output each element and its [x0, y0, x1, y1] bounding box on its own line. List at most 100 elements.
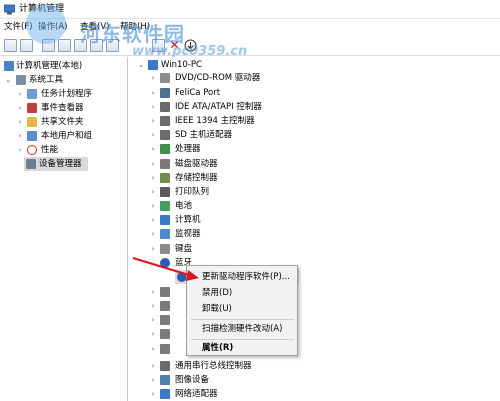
tree-item-local-users-groups[interactable]: › 本地用户和组 [2, 129, 127, 143]
disk-drive-icon [160, 159, 170, 169]
chevron-right-icon[interactable]: › [149, 242, 157, 256]
view-icon[interactable] [106, 39, 119, 52]
tools-icon [16, 75, 26, 85]
properties-icon[interactable] [74, 39, 87, 52]
chevron-right-icon[interactable]: › [149, 86, 157, 100]
device-category[interactable]: › 图像设备 [149, 373, 449, 387]
chevron-right-icon[interactable]: › [149, 213, 157, 227]
chevron-right-icon[interactable]: › [149, 327, 157, 341]
up-icon[interactable] [42, 39, 55, 52]
device-category[interactable]: › [149, 342, 189, 356]
chevron-right-icon[interactable]: › [149, 313, 157, 327]
device-category[interactable]: › 磁盘驱动器 [149, 157, 449, 171]
device-icon [160, 315, 170, 325]
device-category[interactable]: › SD 主机适配器 [149, 128, 449, 142]
chevron-right-icon[interactable]: › [149, 142, 157, 156]
chevron-right-icon[interactable]: › [16, 115, 24, 129]
show-tree-icon[interactable] [58, 39, 71, 52]
chevron-right-icon[interactable]: › [149, 100, 157, 114]
chevron-right-icon[interactable]: › [149, 114, 157, 128]
chevron-right-icon[interactable]: › [16, 87, 24, 101]
menu-properties[interactable]: 属性(R) [202, 340, 233, 356]
tree-item-task-scheduler[interactable]: › 任务计划程序 [2, 87, 127, 101]
chevron-down-icon[interactable]: ⌄ [137, 58, 145, 72]
device-category[interactable]: › 通用串行总线控制器 [149, 359, 449, 373]
menu-separator [191, 319, 294, 320]
device-icon [160, 287, 170, 297]
printer-icon [160, 187, 170, 197]
performance-icon [27, 145, 37, 155]
context-menu: 更新驱动程序软件(P)... 禁用(D) 卸载(U) 扫描检测硬件改动(A) 属… [186, 265, 298, 356]
chevron-right-icon[interactable]: › [149, 128, 157, 142]
device-category[interactable]: › 监视器 [149, 227, 449, 241]
device-category[interactable]: › 计算机 [149, 213, 449, 227]
device-category[interactable]: › IEEE 1394 主控制器 [149, 114, 449, 128]
keyboard-icon [160, 244, 170, 254]
chevron-right-icon[interactable]: › [149, 373, 157, 387]
chevron-down-icon[interactable]: ⌄ [149, 256, 157, 270]
device-category[interactable]: › 键盘 [149, 242, 449, 256]
menu-scan-hardware[interactable]: 扫描检测硬件改动(A) [202, 321, 282, 337]
device-icon [160, 301, 170, 311]
menu-update-driver[interactable]: 更新驱动程序软件(P)... [202, 269, 290, 285]
device-category[interactable]: › 网络适配器 [149, 387, 449, 401]
chevron-right-icon[interactable]: › [149, 157, 157, 171]
network-adapter-icon [160, 389, 170, 399]
device-category[interactable]: › FeliCa Port [149, 86, 449, 100]
bluetooth-icon [160, 258, 170, 268]
chevron-right-icon[interactable]: › [149, 171, 157, 185]
device-tree-root[interactable]: ⌄ Win10-PC [137, 58, 337, 72]
device-category[interactable]: › [149, 313, 189, 327]
scan-hardware-icon[interactable] [184, 39, 197, 52]
clock-icon [27, 89, 37, 99]
tree-item-performance[interactable]: › 性能 [2, 143, 127, 157]
uninstall-icon[interactable]: ✕ [168, 39, 181, 52]
usb-controller-icon [160, 361, 170, 371]
chevron-right-icon[interactable]: › [149, 199, 157, 213]
tree-root-computer-management[interactable]: 计算机管理(本地) [2, 59, 127, 73]
device-category[interactable]: › DVD/CD-ROM 驱动器 [149, 71, 449, 85]
help-icon[interactable] [90, 39, 103, 52]
users-icon [27, 131, 37, 141]
tree-item-shared-folders[interactable]: › 共享文件夹 [2, 115, 127, 129]
chevron-right-icon[interactable]: › [149, 227, 157, 241]
device-category[interactable]: › [149, 285, 189, 299]
pc-icon [148, 60, 158, 70]
chevron-right-icon[interactable]: › [16, 143, 24, 157]
chevron-right-icon[interactable]: › [16, 129, 24, 143]
camera-icon [160, 375, 170, 385]
shared-folder-icon [27, 117, 37, 127]
menu-file[interactable]: 文件(F) [4, 21, 33, 34]
tree-item-device-manager[interactable]: 设备管理器 [24, 157, 88, 171]
device-category[interactable]: › IDE ATA/ATAPI 控制器 [149, 100, 449, 114]
sd-host-icon [160, 130, 170, 140]
tree-item-event-viewer[interactable]: › 事件查看器 [2, 101, 127, 115]
computer-management-icon [4, 4, 15, 15]
back-icon[interactable] [4, 39, 17, 52]
device-category[interactable]: › 电池 [149, 199, 449, 213]
menu-view[interactable]: 查看(V) [80, 21, 109, 34]
computer-icon [4, 61, 14, 71]
menu-uninstall[interactable]: 卸载(U) [202, 301, 232, 317]
chevron-down-icon[interactable]: ⌄ [4, 73, 12, 87]
chevron-right-icon[interactable]: › [149, 285, 157, 299]
device-category[interactable]: › 打印队列 [149, 185, 449, 199]
chevron-right-icon[interactable]: › [149, 387, 157, 401]
chevron-right-icon[interactable]: › [149, 299, 157, 313]
chevron-right-icon[interactable]: › [149, 185, 157, 199]
event-viewer-icon [27, 103, 37, 113]
chevron-right-icon[interactable]: › [149, 71, 157, 85]
device-category[interactable]: › 存储控制器 [149, 171, 449, 185]
menu-disable[interactable]: 禁用(D) [202, 285, 232, 301]
device-category[interactable]: › [149, 299, 189, 313]
device-category[interactable]: › [149, 327, 189, 341]
menu-help[interactable]: 帮助(H) [120, 21, 150, 34]
menu-action[interactable]: 操作(A) [38, 21, 67, 34]
update-driver-icon[interactable] [152, 39, 165, 52]
forward-icon[interactable] [20, 39, 33, 52]
chevron-right-icon[interactable]: › [149, 342, 157, 356]
device-category[interactable]: › 处理器 [149, 142, 449, 156]
tree-item-system-tools[interactable]: ⌄ 系统工具 [2, 73, 127, 87]
chevron-right-icon[interactable]: › [149, 359, 157, 373]
chevron-right-icon[interactable]: › [16, 101, 24, 115]
